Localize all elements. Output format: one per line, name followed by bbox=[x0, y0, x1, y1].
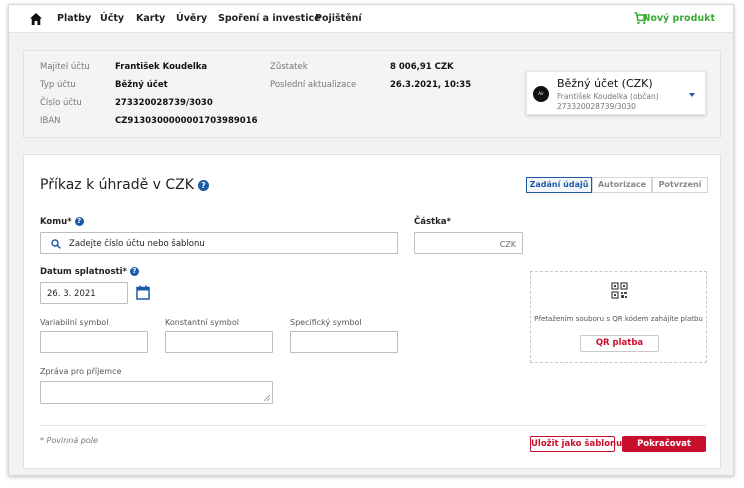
continue-button[interactable]: Pokračovat bbox=[622, 436, 706, 452]
constant-symbol-input[interactable] bbox=[165, 331, 273, 353]
balance-value: 8 006,91 CZK bbox=[390, 62, 454, 72]
account-number-value: 273320028739/3030 bbox=[115, 98, 213, 108]
nav-item-platby[interactable]: Platby bbox=[57, 13, 91, 24]
qr-instructions: Přetažením souboru s QR kódem zahájíte p… bbox=[534, 315, 703, 323]
recipient-placeholder: Zadejte číslo účtu nebo šablonu bbox=[69, 239, 205, 249]
owner-value: František Koudelka bbox=[115, 62, 208, 72]
recipient-label: Komu* ? bbox=[40, 217, 84, 227]
qr-dropzone[interactable]: Přetažením souboru s QR kódem zahájíte p… bbox=[530, 271, 707, 363]
due-date-input[interactable]: 26. 3. 2021 bbox=[40, 282, 128, 304]
amount-label: Částka* bbox=[414, 217, 451, 227]
amount-currency: CZK bbox=[499, 240, 516, 249]
required-fields-note: * Povinná pole bbox=[40, 436, 98, 445]
step-autorizace: Autorizace bbox=[592, 177, 652, 193]
constant-symbol-label: Konstantní symbol bbox=[165, 318, 239, 327]
last-update-value: 26.3.2021, 10:35 bbox=[390, 80, 472, 90]
variable-symbol-input[interactable] bbox=[40, 331, 148, 353]
qr-code-icon bbox=[611, 282, 628, 299]
new-product-link[interactable]: Nový produkt bbox=[642, 13, 715, 24]
due-date-value: 26. 3. 2021 bbox=[47, 289, 96, 299]
payment-form: Příkaz k úhradě v CZK? Zadání údajů Auto… bbox=[23, 154, 721, 469]
help-icon[interactable]: ? bbox=[74, 217, 84, 226]
account-selector-number: 273320028739/3030 bbox=[557, 102, 636, 111]
message-label: Zpráva pro příjemce bbox=[40, 367, 122, 376]
save-template-button[interactable]: Uložit jako šablonu bbox=[530, 436, 622, 452]
specific-symbol-input[interactable] bbox=[290, 331, 398, 353]
nav-item-karty[interactable]: Karty bbox=[136, 13, 165, 24]
amount-input[interactable]: CZK bbox=[414, 232, 523, 254]
help-icon[interactable]: ? bbox=[197, 179, 209, 191]
iban-value: CZ9130300000001703989016 bbox=[115, 116, 258, 126]
message-textarea[interactable] bbox=[40, 381, 273, 404]
balance-label: Zůstatek bbox=[270, 62, 308, 72]
divider bbox=[40, 425, 706, 426]
specific-symbol-label: Specifický symbol bbox=[290, 318, 362, 327]
due-date-label: Datum splatnosti* ? bbox=[40, 267, 139, 277]
chevron-down-icon[interactable] bbox=[689, 93, 695, 97]
recipient-input[interactable]: Zadejte číslo účtu nebo šablonu bbox=[40, 232, 398, 254]
account-summary: Majitel účtu František Koudelka Typ účtu… bbox=[23, 50, 721, 138]
step-zadani-udaju: Zadání údajů bbox=[526, 177, 592, 193]
home-icon[interactable] bbox=[29, 12, 43, 26]
account-selector[interactable]: Air Bank Běžný účet (CZK) František Koud… bbox=[526, 71, 706, 115]
nav-item-pojisteni[interactable]: Pojištění bbox=[315, 13, 362, 24]
calendar-icon[interactable] bbox=[136, 285, 150, 300]
search-icon bbox=[51, 239, 61, 249]
account-selector-holder: František Koudelka (občan) bbox=[557, 92, 659, 101]
qr-payment-button[interactable]: QR platba bbox=[580, 335, 659, 352]
top-navigation: Platby Účty Karty Úvěry Spoření a invest… bbox=[9, 5, 733, 33]
account-type-label: Typ účtu bbox=[40, 80, 76, 90]
nav-item-uvery[interactable]: Úvěry bbox=[176, 13, 207, 24]
nav-item-ucty[interactable]: Účty bbox=[100, 13, 124, 24]
iban-label: IBAN bbox=[40, 116, 61, 126]
app-window: Platby Účty Karty Úvěry Spoření a invest… bbox=[8, 4, 734, 476]
help-icon[interactable]: ? bbox=[129, 267, 139, 276]
nav-item-sporeni[interactable]: Spoření a investice bbox=[218, 13, 321, 24]
account-number-label: Číslo účtu bbox=[40, 98, 82, 108]
last-update-label: Poslední aktualizace bbox=[270, 80, 357, 90]
step-potvrzeni: Potvrzení bbox=[652, 177, 708, 193]
variable-symbol-label: Variabilní symbol bbox=[40, 318, 109, 327]
owner-label: Majitel účtu bbox=[40, 62, 90, 72]
page-title: Příkaz k úhradě v CZK? bbox=[40, 177, 209, 193]
account-selector-name: Běžný účet (CZK) bbox=[557, 77, 653, 90]
account-type-value: Běžný účet bbox=[115, 80, 168, 90]
resize-handle-icon[interactable] bbox=[263, 394, 271, 402]
bank-logo: Air Bank bbox=[533, 86, 549, 102]
